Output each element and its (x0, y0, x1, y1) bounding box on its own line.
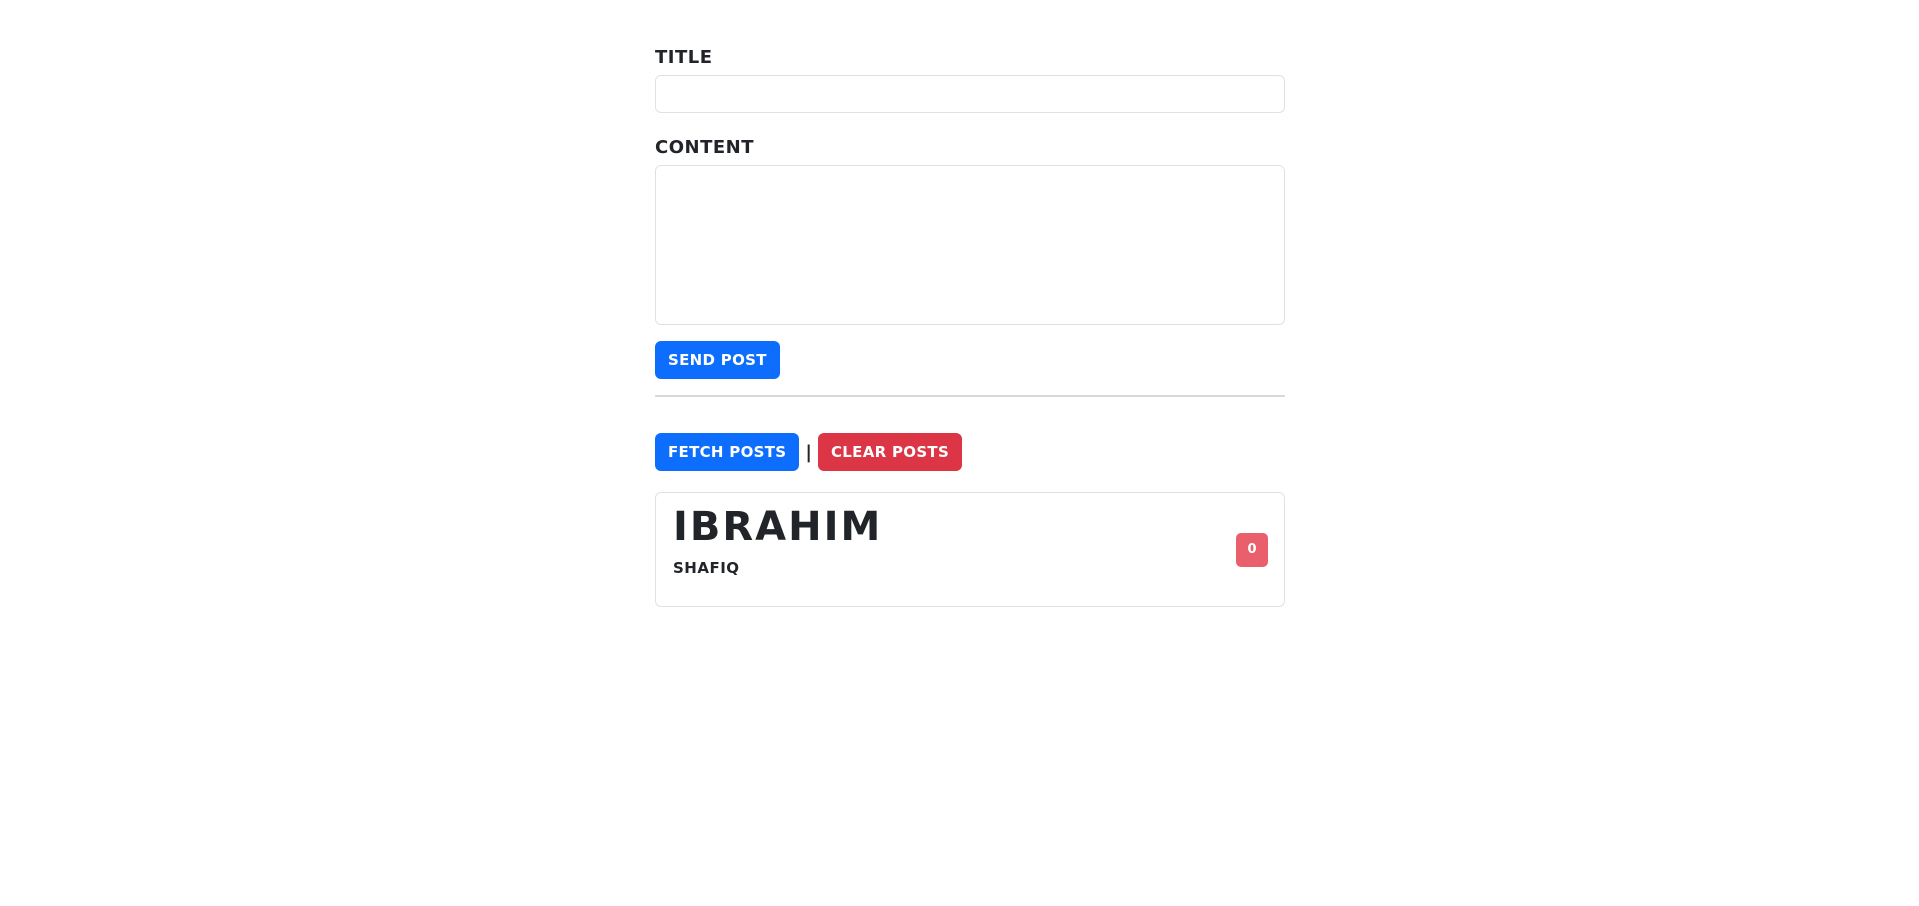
post-content: Shafiq (673, 559, 740, 577)
post-title: Ibrahim (673, 504, 883, 550)
post-form-container: Title Content Send Post Fetch Posts | Cl… (655, 0, 1285, 607)
post-card: Ibrahim Shafiq 0 (655, 492, 1285, 607)
clear-posts-button[interactable]: Clear Posts (817, 433, 963, 471)
post-actions: Fetch Posts | Clear Posts (655, 433, 1285, 471)
divider (655, 395, 1285, 397)
actions-separator: | (805, 441, 812, 463)
delete-post-button[interactable]: 0 (1236, 533, 1268, 567)
send-post-button[interactable]: Send Post (655, 341, 780, 379)
content-textarea[interactable] (655, 165, 1285, 325)
title-input[interactable] (655, 75, 1285, 113)
title-label: Title (655, 47, 713, 68)
content-label: Content (655, 137, 754, 158)
fetch-posts-button[interactable]: Fetch Posts (655, 433, 800, 471)
